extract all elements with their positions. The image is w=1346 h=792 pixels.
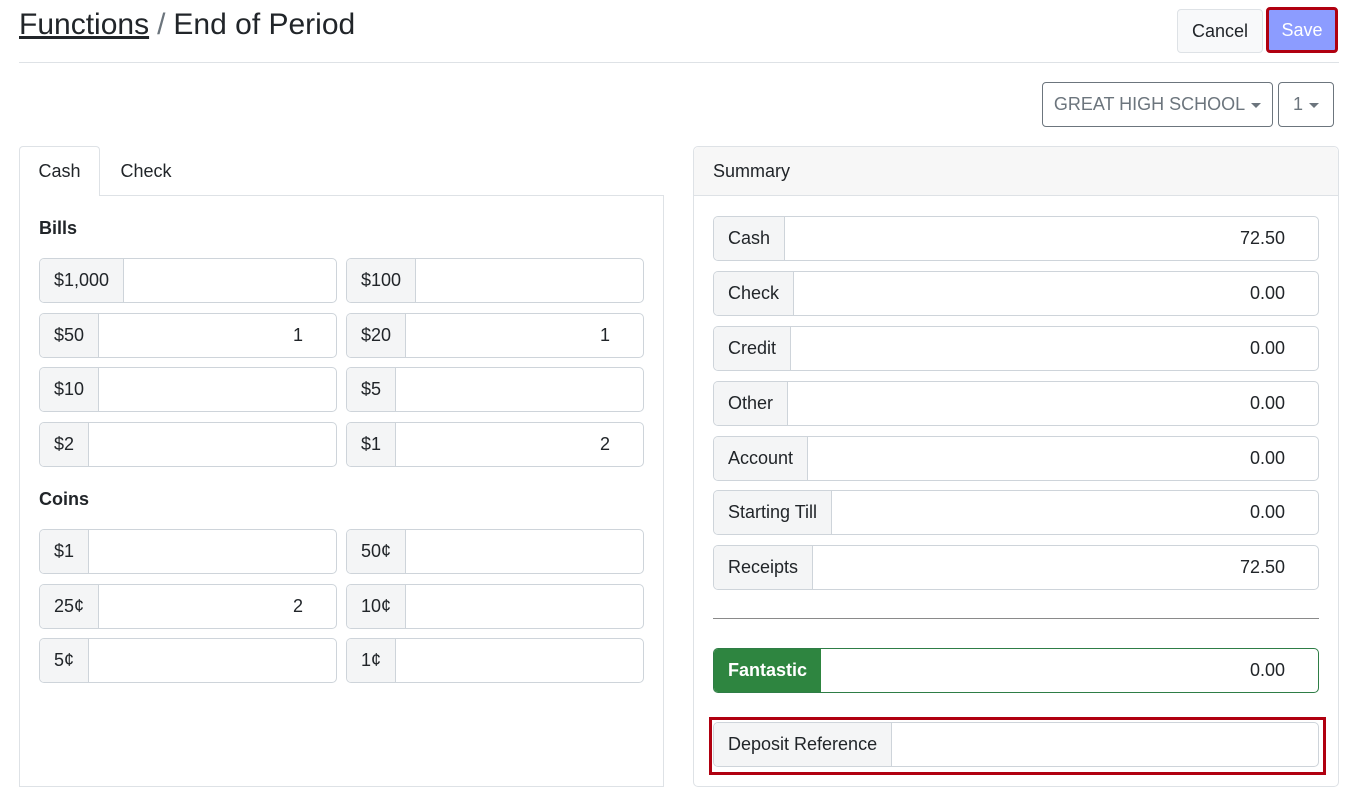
summary-divider — [713, 618, 1319, 619]
bill-1-input[interactable]: 2 — [396, 423, 643, 466]
coin-25-group: 25¢ 2 — [39, 584, 337, 629]
denomination-label: $1 — [347, 423, 397, 466]
tab-check[interactable]: Check — [101, 146, 191, 196]
bills-heading: Bills — [39, 218, 78, 238]
denomination-label: 1¢ — [347, 639, 397, 682]
summary-label: Account — [714, 437, 809, 480]
summary-credit-group: Credit 0.00 — [713, 326, 1319, 371]
summary-label: Receipts — [714, 546, 814, 589]
bill-20-group: $20 1 — [346, 313, 644, 358]
denomination-label: 50¢ — [347, 530, 407, 573]
coin-1-dollar-group: $1 — [39, 529, 337, 574]
bill-2-input[interactable] — [89, 423, 336, 466]
result-group: Fantastic 0.00 — [713, 648, 1319, 693]
denomination-label: 25¢ — [40, 585, 100, 628]
bill-2-group: $2 — [39, 422, 337, 467]
denomination-label: 5¢ — [40, 639, 90, 682]
coin-10-input[interactable] — [406, 585, 643, 628]
cancel-button[interactable]: Cancel — [1177, 9, 1263, 53]
summary-check-value: 0.00 — [1249, 283, 1285, 303]
summary-cash-group: Cash 72.50 — [713, 216, 1319, 261]
summary-label: Credit — [714, 327, 792, 370]
summary-label: Check — [714, 272, 795, 315]
result-value: 0.00 — [1249, 660, 1285, 680]
summary-starting-till-value: 0.00 — [1249, 502, 1285, 522]
breadcrumb-separator: / — [157, 8, 166, 41]
breadcrumb-current: End of Period — [173, 8, 356, 41]
coin-1-cent-input[interactable] — [396, 639, 643, 682]
bill-100-group: $100 — [346, 258, 644, 303]
caret-down-icon — [1309, 103, 1319, 108]
summary-label: Other — [714, 382, 789, 425]
summary-starting-till-group: Starting Till 0.00 — [713, 490, 1319, 535]
bill-20-input[interactable]: 1 — [406, 314, 643, 357]
denomination-label: $50 — [40, 314, 100, 357]
denomination-label: $20 — [347, 314, 407, 357]
deposit-reference-highlight — [709, 717, 1326, 775]
summary-other-group: Other 0.00 — [713, 381, 1319, 426]
caret-down-icon — [1251, 103, 1262, 108]
summary-other-value: 0.00 — [1249, 393, 1285, 413]
result-status-badge: Fantastic — [714, 649, 822, 692]
bill-1-group: $1 2 — [346, 422, 644, 467]
summary-title: Summary — [694, 147, 1338, 196]
period-dropdown-label: 1 — [1292, 94, 1303, 114]
bill-10-input[interactable] — [99, 368, 336, 411]
coin-1-dollar-input[interactable] — [89, 530, 336, 573]
save-button[interactable]: Save — [1266, 7, 1338, 53]
denomination-label: $5 — [347, 368, 397, 411]
summary-receipts-value: 72.50 — [1239, 557, 1285, 577]
school-dropdown-label: GREAT HIGH SCHOOL — [1053, 94, 1246, 114]
page-header: Functions / End of Period Cancel Save — [19, 0, 1339, 63]
bill-1000-input[interactable] — [124, 259, 336, 302]
summary-label: Cash — [714, 217, 786, 260]
coins-heading: Coins — [39, 489, 90, 509]
bill-50-group: $50 1 — [39, 313, 337, 358]
summary-cash-value: 72.50 — [1239, 228, 1285, 248]
denomination-label: 10¢ — [347, 585, 407, 628]
bill-10-group: $10 — [39, 367, 337, 412]
bill-5-group: $5 — [346, 367, 644, 412]
school-dropdown[interactable]: GREAT HIGH SCHOOL — [1042, 82, 1273, 127]
summary-label: Starting Till — [714, 491, 833, 534]
denomination-label: $1 — [40, 530, 90, 573]
summary-credit-value: 0.00 — [1249, 338, 1285, 358]
coin-1-cent-group: 1¢ — [346, 638, 644, 683]
coin-50-group: 50¢ — [346, 529, 644, 574]
breadcrumb-functions-link[interactable]: Functions — [19, 8, 149, 41]
summary-check-group: Check 0.00 — [713, 271, 1319, 316]
summary-account-group: Account 0.00 — [713, 436, 1319, 481]
coin-10-group: 10¢ — [346, 584, 644, 629]
denomination-label: $2 — [40, 423, 90, 466]
payment-tabs: Cash Check — [19, 146, 664, 196]
summary-account-value: 0.00 — [1249, 448, 1285, 468]
summary-receipts-group: Receipts 72.50 — [713, 545, 1319, 590]
page-title: Functions / End of Period — [19, 8, 355, 42]
period-dropdown[interactable]: 1 — [1278, 82, 1334, 127]
coin-50-input[interactable] — [406, 530, 643, 573]
bill-5-input[interactable] — [396, 368, 643, 411]
bill-1000-group: $1,000 — [39, 258, 337, 303]
coin-5-group: 5¢ — [39, 638, 337, 683]
denomination-label: $1,000 — [40, 259, 125, 302]
coin-25-input[interactable]: 2 — [99, 585, 336, 628]
denomination-label: $10 — [40, 368, 100, 411]
coin-5-input[interactable] — [89, 639, 336, 682]
bill-100-input[interactable] — [416, 259, 643, 302]
denomination-label: $100 — [347, 259, 417, 302]
tab-cash[interactable]: Cash — [19, 146, 100, 196]
bill-50-input[interactable]: 1 — [99, 314, 336, 357]
